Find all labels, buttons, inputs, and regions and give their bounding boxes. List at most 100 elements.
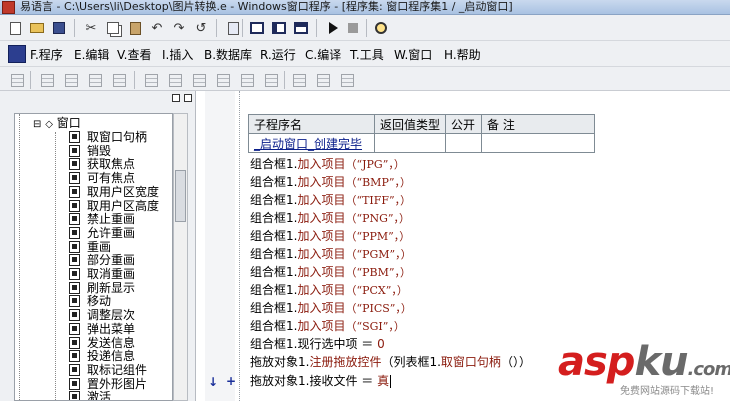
menu-bar: F.程序 E.编辑 V.查看 I.插入 B.数据库 R.运行 C.编译 T.工具… bbox=[0, 41, 730, 67]
same-width-icon[interactable] bbox=[214, 71, 232, 89]
watermark-tagline: 免费网站源码下载站! bbox=[620, 386, 715, 397]
layout-icon[interactable] bbox=[248, 19, 266, 37]
tree-item[interactable]: 移动 bbox=[69, 294, 111, 308]
tree-item[interactable]: 取窗口句柄 bbox=[69, 130, 147, 144]
align-grid-icon[interactable] bbox=[8, 71, 26, 89]
redo-icon[interactable]: ↷ bbox=[170, 19, 188, 37]
code-line[interactable]: 组合框1.加入项目（“PPM”，） bbox=[250, 227, 410, 245]
center-both-icon[interactable] bbox=[338, 71, 356, 89]
align-base-icon[interactable] bbox=[190, 71, 208, 89]
code-line[interactable]: 组合框1.加入项目（“PBM”，） bbox=[250, 263, 411, 281]
return-type-cell[interactable] bbox=[373, 133, 447, 153]
scroll-thumb[interactable] bbox=[175, 170, 186, 222]
code-line[interactable]: 组合框1.加入项目（“PICS”，） bbox=[250, 299, 412, 317]
tree-item[interactable]: 投递信息 bbox=[69, 349, 135, 363]
paste-icon[interactable] bbox=[126, 19, 144, 37]
code-line-select[interactable]: 组合框1.现行选中项 ＝ 0 bbox=[250, 335, 385, 353]
public-cell[interactable] bbox=[445, 133, 483, 153]
command-icon bbox=[69, 213, 80, 226]
panel-restore-icon[interactable] bbox=[172, 94, 180, 102]
tree-item[interactable]: 部分重画 bbox=[69, 253, 135, 267]
sub-name-cell[interactable]: _启动窗口_创建完毕 bbox=[248, 133, 375, 153]
code-line-register-drag[interactable]: 拖放对象1.注册拖放控件（列表框1.取窗口句柄（）） bbox=[250, 353, 531, 371]
menu-database[interactable]: B.数据库 bbox=[204, 47, 252, 63]
tree-node-window[interactable]: ⊟ ◇ 窗口 bbox=[33, 116, 81, 130]
open-file-icon[interactable] bbox=[28, 19, 46, 37]
tree-item[interactable]: 取消重画 bbox=[69, 267, 135, 281]
code-line-receive-file[interactable]: 拖放对象1.接收文件 ＝ 真 bbox=[250, 372, 392, 390]
tree-item[interactable]: 禁止重画 bbox=[69, 212, 135, 226]
command-icon bbox=[69, 322, 80, 335]
library-tree[interactable]: ⊟ ◇ 窗口 取窗口句柄 销毁 获取焦点 可有焦点 取用户区宽度 取用户区高度 禁止重画 允许… bbox=[14, 113, 173, 401]
menu-compile[interactable]: C.编译 bbox=[305, 47, 341, 63]
preview-icon[interactable] bbox=[224, 19, 242, 37]
command-icon bbox=[69, 185, 80, 198]
tree-item[interactable]: 获取焦点 bbox=[69, 157, 135, 171]
menu-window[interactable]: W.窗口 bbox=[394, 47, 432, 63]
run-icon[interactable] bbox=[324, 19, 342, 37]
align-center-icon[interactable] bbox=[62, 71, 80, 89]
save-icon[interactable] bbox=[50, 19, 68, 37]
cut-icon[interactable]: ✂ bbox=[82, 19, 100, 37]
tree-item[interactable]: 重画 bbox=[69, 240, 111, 254]
layout-split-icon[interactable] bbox=[292, 19, 310, 37]
new-file-icon[interactable] bbox=[6, 19, 24, 37]
copy-icon[interactable] bbox=[104, 19, 122, 37]
align-right-icon[interactable] bbox=[86, 71, 104, 89]
expand-plus-icon[interactable]: + bbox=[226, 374, 236, 388]
tree-item[interactable]: 调整层次 bbox=[69, 308, 135, 322]
tree-item[interactable]: 置外形图片 bbox=[69, 377, 147, 391]
code-line[interactable]: 组合框1.加入项目（“TIFF”，） bbox=[250, 191, 411, 209]
tree-item[interactable]: 弹出菜单 bbox=[69, 322, 135, 336]
same-size-icon[interactable] bbox=[262, 71, 280, 89]
tree-item[interactable]: 取用户区高度 bbox=[69, 199, 159, 213]
menu-edit[interactable]: E.编辑 bbox=[74, 47, 109, 63]
code-line[interactable]: 组合框1.加入项目（“PCX”，） bbox=[250, 281, 408, 299]
command-icon bbox=[69, 309, 80, 322]
command-icon bbox=[69, 336, 80, 349]
subroutine-table: 子程序名 返回值类型 公开 备 注 _启动窗口_创建完毕 bbox=[248, 114, 596, 153]
tree-item[interactable]: 可有焦点 bbox=[69, 171, 135, 185]
space-vertical-icon[interactable] bbox=[314, 71, 332, 89]
col-return-type: 返回值类型 bbox=[373, 114, 447, 134]
tree-scrollbar[interactable] bbox=[173, 113, 188, 401]
tree-item[interactable]: 激活 bbox=[69, 390, 111, 400]
code-line[interactable]: 组合框1.加入项目（“BMP”，） bbox=[250, 173, 411, 191]
layout-columns-icon[interactable] bbox=[270, 19, 288, 37]
stop-icon[interactable] bbox=[344, 19, 362, 37]
code-line[interactable]: 组合框1.加入项目（“PGM”，） bbox=[250, 245, 412, 263]
align-left-icon[interactable] bbox=[38, 71, 56, 89]
menu-tools[interactable]: T.工具 bbox=[350, 47, 384, 63]
space-horizontal-icon[interactable] bbox=[290, 71, 308, 89]
command-icon bbox=[69, 172, 80, 185]
undo-icon[interactable]: ↶ bbox=[148, 19, 166, 37]
panel-close-icon[interactable] bbox=[184, 94, 192, 102]
menu-insert[interactable]: I.插入 bbox=[162, 47, 193, 63]
align-top-icon[interactable] bbox=[142, 71, 160, 89]
code-line[interactable]: 组合框1.加入项目（“SGI”，） bbox=[250, 317, 405, 335]
menu-view[interactable]: V.查看 bbox=[117, 47, 151, 63]
tree-item[interactable]: 刷新显示 bbox=[69, 281, 135, 295]
tree-item-label: 投递信息 bbox=[87, 349, 136, 364]
remark-cell[interactable] bbox=[481, 133, 596, 153]
menu-program[interactable]: F.程序 bbox=[30, 47, 63, 63]
tree-item[interactable]: 取标记组件 bbox=[69, 363, 147, 377]
same-height-icon[interactable] bbox=[238, 71, 256, 89]
tree-item[interactable]: 发送信息 bbox=[69, 336, 135, 350]
flow-arrow-icon: ↓ bbox=[208, 375, 219, 389]
tree-item[interactable]: 取用户区宽度 bbox=[69, 185, 159, 199]
tree-item-label: 允许重画 bbox=[87, 225, 136, 240]
watermark-logo: aspku.com 免费网站源码下载站! bbox=[558, 339, 730, 397]
tree-item[interactable]: 允许重画 bbox=[69, 226, 135, 240]
command-icon bbox=[69, 226, 80, 239]
undo-history-icon[interactable]: ↺ bbox=[192, 19, 210, 37]
menu-help[interactable]: H.帮助 bbox=[444, 47, 481, 63]
app-icon bbox=[2, 1, 15, 14]
align-middle-icon[interactable] bbox=[166, 71, 184, 89]
align-bottom-icon[interactable] bbox=[110, 71, 128, 89]
code-line[interactable]: 组合框1.加入项目（“PNG”，） bbox=[250, 209, 410, 227]
tree-item[interactable]: 销毁 bbox=[69, 144, 111, 158]
find-tool-icon[interactable] bbox=[372, 19, 390, 37]
menu-run[interactable]: R.运行 bbox=[260, 47, 296, 63]
code-line[interactable]: 组合框1.加入项目（“JPG”，） bbox=[250, 155, 405, 173]
